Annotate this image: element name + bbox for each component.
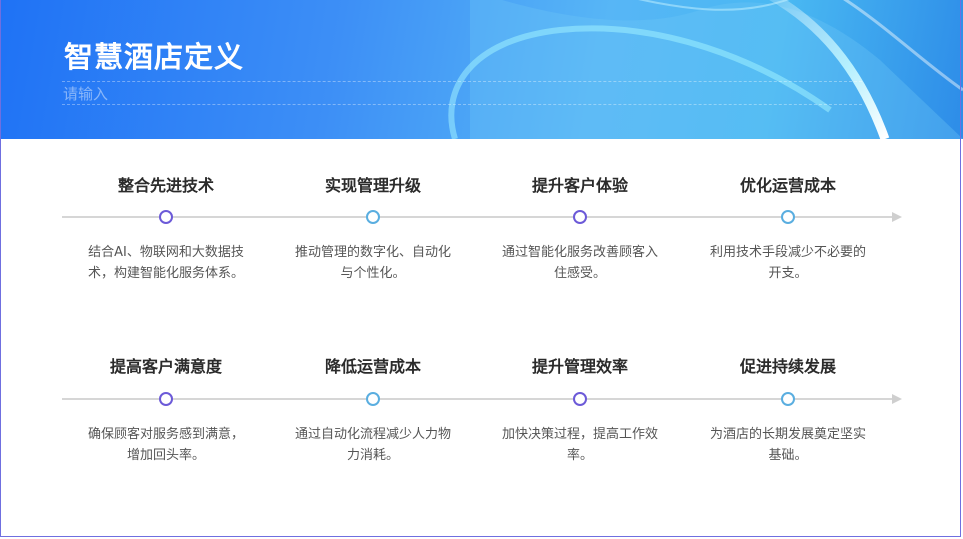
timeline-arrow-icon xyxy=(892,394,902,404)
item-description: 通过自动化流程减少人力物力消耗。 xyxy=(295,427,452,463)
item-title: 提升客户体验 xyxy=(531,176,628,195)
timeline-node-icon xyxy=(781,210,795,224)
timeline-node-icon xyxy=(781,392,795,406)
item-title: 促进持续发展 xyxy=(739,357,836,376)
item-description: 通过智能化服务改善顾客入住感受。 xyxy=(502,245,659,281)
item-description: 确保顾客对服务感到满意，增加回头率。 xyxy=(88,427,245,463)
timeline-line xyxy=(62,216,892,218)
timeline-line xyxy=(62,398,892,400)
item-description: 推动管理的数字化、自动化与个性化。 xyxy=(295,245,452,281)
subtitle-input[interactable]: 请输入 xyxy=(62,81,862,105)
item-title: 提高客户满意度 xyxy=(109,357,222,376)
item-description: 加快决策过程，提高工作效率。 xyxy=(502,427,659,463)
timeline-node-icon xyxy=(366,210,380,224)
item-description: 利用技术手段减少不必要的开支。 xyxy=(710,245,867,281)
header-banner: 智慧酒店定义 请输入 xyxy=(0,0,963,139)
timeline-node-icon xyxy=(366,392,380,406)
timeline-node-icon xyxy=(159,392,173,406)
timeline-node-icon xyxy=(573,392,587,406)
page-title: 智慧酒店定义 xyxy=(64,40,245,74)
item-title: 整合先进技术 xyxy=(117,176,214,195)
timeline-node-icon xyxy=(573,210,587,224)
item-description: 为酒店的长期发展奠定坚实基础。 xyxy=(710,427,867,463)
item-description: 结合AI、物联网和大数据技术，构建智能化服务体系。 xyxy=(88,245,245,281)
timeline-arrow-icon xyxy=(892,212,902,222)
item-title: 实现管理升级 xyxy=(324,176,421,195)
item-title: 降低运营成本 xyxy=(324,357,421,376)
item-title: 优化运营成本 xyxy=(739,176,836,195)
item-title: 提升管理效率 xyxy=(531,357,628,376)
timeline-node-icon xyxy=(159,210,173,224)
